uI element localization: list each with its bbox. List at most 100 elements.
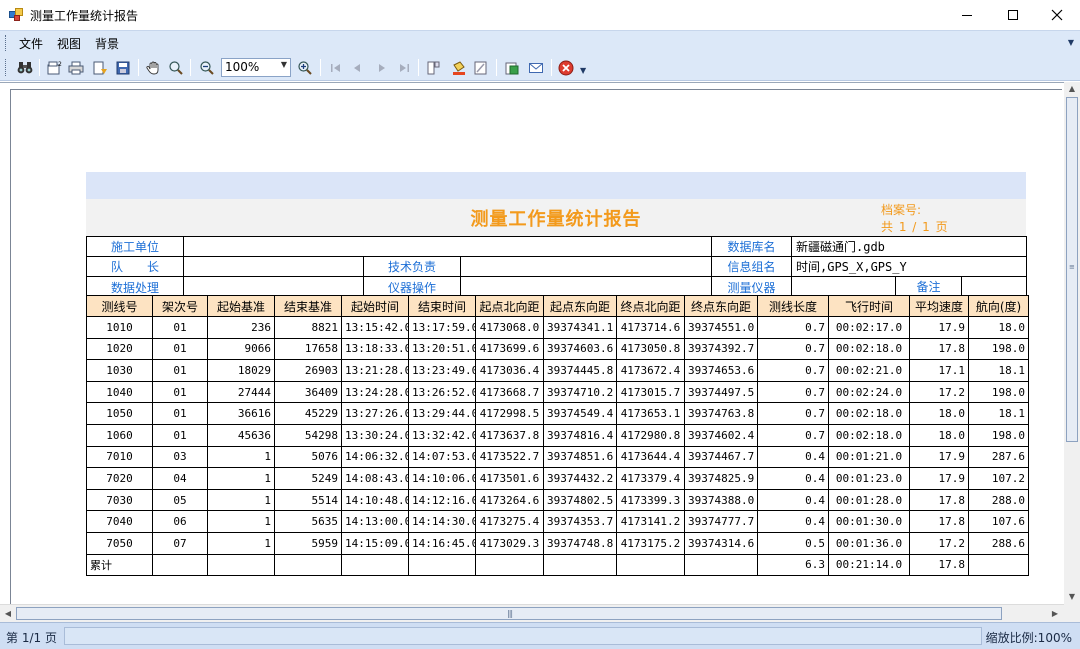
export-icon	[505, 62, 519, 75]
cell-line-number: 7040	[86, 510, 153, 533]
status-panel	[64, 627, 982, 645]
report-header: 测量工作量统计报告 档案号: 共 1 / 1 页	[86, 199, 1026, 236]
menu-overflow-icon[interactable]: ▼	[1068, 38, 1074, 47]
cell-line-length: 0.4	[757, 510, 829, 533]
total-line-length: 6.3	[757, 553, 829, 577]
database-value: 新疆磁通门.gdb	[791, 236, 1027, 257]
zoom-select[interactable]: 100% ▼	[221, 58, 291, 77]
cell-end-time: 13:26:52.0	[408, 380, 476, 404]
minimize-button[interactable]	[944, 0, 990, 30]
page-color-button[interactable]	[449, 58, 469, 78]
cell-end-east: 39374602.4	[684, 423, 758, 447]
zoom-in-button[interactable]	[295, 58, 315, 78]
table-row: 1040 01 27444 36409 13:24:28.0 13:26:52.0 4173…	[86, 380, 1029, 404]
last-page-button[interactable]	[394, 58, 414, 78]
magnifier-button[interactable]	[166, 58, 186, 78]
zoom-select-value: 100%	[225, 60, 260, 74]
first-page-button[interactable]	[326, 58, 346, 78]
page-setup-button[interactable]: 2	[44, 58, 64, 78]
cell-end-base: 26903	[274, 359, 342, 382]
grip-icon: ≡	[1069, 263, 1075, 271]
hand-tool-icon	[146, 61, 159, 75]
cell-start-east: 39374802.5	[543, 488, 617, 512]
scroll-left-icon[interactable]: ◀	[1, 606, 15, 622]
toolbar-grip[interactable]	[5, 59, 7, 76]
horizontal-scrollbar[interactable]: ◀ ||| ▶	[0, 604, 1064, 622]
toolbar-separator	[551, 59, 552, 76]
scrollbar-corner	[1064, 604, 1080, 622]
multiple-pages-button[interactable]	[424, 58, 444, 78]
cell-flight-number: 07	[152, 531, 208, 555]
total-flight-number	[152, 553, 208, 577]
next-page-button[interactable]	[372, 58, 392, 78]
cell-start-time: 13:30:24.0	[341, 423, 409, 447]
print-button[interactable]	[66, 58, 86, 78]
cell-average-speed: 17.2	[909, 531, 969, 555]
cell-start-time: 13:27:26.0	[341, 402, 409, 425]
cell-end-east: 39374551.0	[684, 316, 758, 339]
magnifier-icon	[169, 61, 183, 75]
print-direct-icon	[93, 61, 107, 75]
scroll-up-icon[interactable]: ▲	[1064, 82, 1080, 96]
export-button[interactable]	[502, 58, 522, 78]
table-header-row: 测线号 架次号 起始基准 结束基准 起始时间 结束时间 起点北向距 起点东向距 …	[86, 295, 1029, 317]
cell-start-time: 14:08:43.0	[341, 467, 409, 490]
first-page-icon	[331, 64, 340, 72]
report-top-band	[86, 172, 1026, 199]
toolbar-separator	[320, 59, 321, 76]
column-header: 起始时间	[341, 295, 409, 317]
scroll-down-icon[interactable]: ▼	[1064, 590, 1080, 604]
cell-flight-time: 00:01:30.0	[828, 510, 910, 533]
cell-end-time: 13:23:49.0	[408, 359, 476, 382]
status-bar: 第 1/1 页 缩放比例:100%	[0, 622, 1080, 649]
cell-start-north: 4173699.6	[475, 337, 544, 361]
menu-view[interactable]: 视图	[57, 35, 81, 52]
cell-average-speed: 17.8	[909, 510, 969, 533]
close-preview-button[interactable]	[556, 58, 576, 78]
previous-page-button[interactable]	[347, 58, 367, 78]
cell-start-north: 4173264.6	[475, 488, 544, 512]
column-header: 飞行时间	[828, 295, 910, 317]
tech-lead-value	[460, 256, 712, 277]
cell-end-time: 14:07:53.0	[408, 445, 476, 469]
cell-start-east: 39374432.2	[543, 467, 617, 490]
close-button[interactable]	[1034, 0, 1080, 30]
total-label: 累计	[86, 553, 153, 577]
menu-file[interactable]: 文件	[19, 35, 43, 52]
vertical-scroll-thumb[interactable]: ≡	[1066, 97, 1078, 442]
cell-heading: 107.6	[968, 510, 1029, 533]
scroll-right-icon[interactable]: ▶	[1048, 606, 1062, 622]
save-button[interactable]	[113, 58, 133, 78]
menu-grip[interactable]	[5, 35, 7, 51]
quick-print-button[interactable]	[90, 58, 110, 78]
toolbar-separator	[138, 59, 139, 76]
cell-line-number: 1040	[86, 380, 153, 404]
hand-tool-button[interactable]	[144, 58, 164, 78]
find-button[interactable]	[15, 58, 35, 78]
cell-start-time: 13:21:28.0	[341, 359, 409, 382]
cell-flight-number: 03	[152, 445, 208, 469]
cell-flight-number: 06	[152, 510, 208, 533]
zoom-out-button[interactable]	[197, 58, 217, 78]
maximize-button[interactable]	[990, 0, 1036, 30]
cell-average-speed: 17.9	[909, 445, 969, 469]
cell-start-east: 39374748.8	[543, 531, 617, 555]
column-header: 结束时间	[408, 295, 476, 317]
next-page-icon	[379, 64, 385, 72]
menu-background[interactable]: 背景	[95, 35, 119, 52]
watermark-button[interactable]	[471, 58, 491, 78]
minimize-icon	[962, 14, 972, 16]
cell-flight-time: 00:01:36.0	[828, 531, 910, 555]
cell-flight-time: 00:01:21.0	[828, 445, 910, 469]
multiple-pages-icon	[427, 61, 440, 75]
table-body: 1010 01 236 8821 13:15:42.0 13:17:59.0 4173068…	[86, 316, 1029, 577]
table-row: 1020 01 9066 17658 13:18:33.0 13:20:51.0 41736…	[86, 337, 1029, 361]
cell-end-east: 39374763.8	[684, 402, 758, 425]
email-button[interactable]	[526, 58, 546, 78]
toolbar-overflow-icon[interactable]: ▼	[580, 66, 586, 75]
vertical-scrollbar[interactable]: ▲ ≡ ▼	[1064, 82, 1080, 604]
cell-flight-time: 00:02:17.0	[828, 316, 910, 339]
horizontal-scroll-thumb[interactable]: |||	[16, 607, 1002, 620]
cell-end-base: 54298	[274, 423, 342, 447]
grip-icon: |||	[507, 609, 513, 618]
